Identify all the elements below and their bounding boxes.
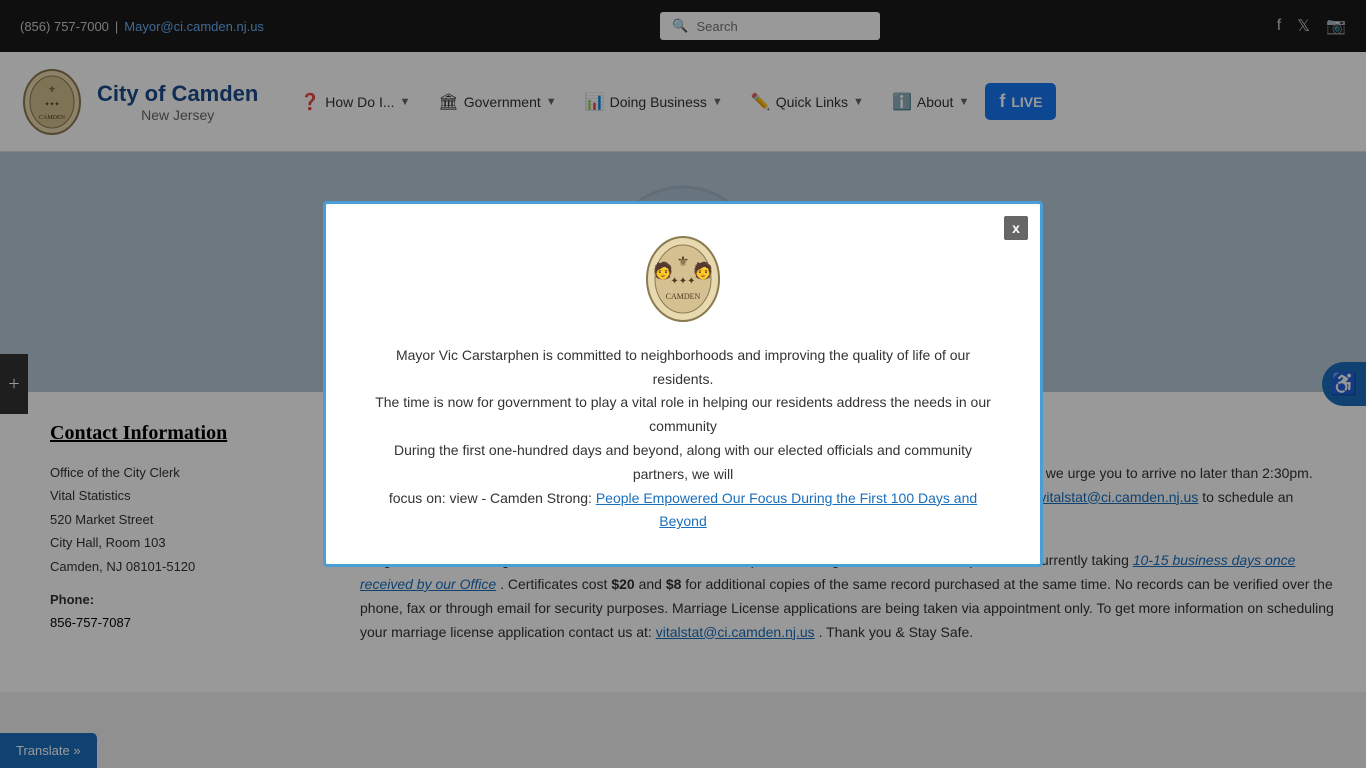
modal-link[interactable]: People Empowered Our Focus During the Fi…: [596, 490, 977, 530]
svg-text:CAMDEN: CAMDEN: [666, 292, 701, 301]
modal-text-3: During the first one-hundred days and be…: [394, 442, 972, 482]
modal-text-1: Mayor Vic Carstarphen is committed to ne…: [396, 347, 970, 387]
svg-text:✦✦✦: ✦✦✦: [670, 276, 695, 287]
svg-text:⚜: ⚜: [677, 255, 690, 270]
modal-seal: ⚜ ✦✦✦ CAMDEN 🧑 🧑: [643, 234, 723, 324]
svg-text:🧑: 🧑: [693, 261, 713, 280]
modal-text-2: The time is now for government to play a…: [375, 394, 991, 434]
modal-text-4: focus on: view - Camden Strong:: [389, 490, 592, 506]
modal-overlay[interactable]: x ⚜ ✦✦✦ CAMDEN 🧑 🧑 Mayor Vic Carstarphen…: [0, 0, 1366, 768]
modal-close-button[interactable]: x: [1004, 216, 1028, 240]
svg-text:🧑: 🧑: [653, 261, 673, 280]
modal-logo: ⚜ ✦✦✦ CAMDEN 🧑 🧑: [366, 234, 1000, 324]
modal-dialog: x ⚜ ✦✦✦ CAMDEN 🧑 🧑 Mayor Vic Carstarphen…: [323, 201, 1043, 567]
modal-text: Mayor Vic Carstarphen is committed to ne…: [366, 344, 1000, 534]
